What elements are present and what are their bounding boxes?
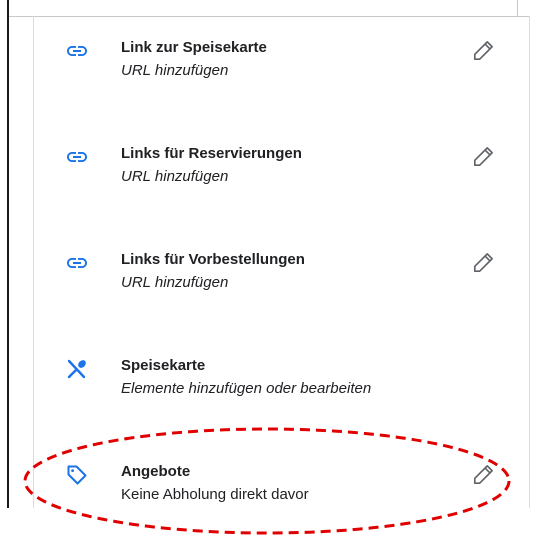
attributes-panel: Link zur Speisekarte URL hinzufügen Link… <box>33 16 530 508</box>
list-item-reservations-link[interactable]: Links für Reservierungen URL hinzufügen <box>34 132 529 192</box>
item-subtitle: Elemente hinzufügen oder bearbeiten <box>121 380 372 397</box>
previous-section-border <box>9 0 529 17</box>
edit-pencil-icon[interactable] <box>471 249 497 275</box>
list-item-offers[interactable]: Angebote Keine Abholung direkt davor <box>34 450 529 510</box>
item-subtitle: URL hinzufügen <box>121 168 229 185</box>
list-item-preorder-link[interactable]: Links für Vorbestellungen URL hinzufügen <box>34 238 529 298</box>
tag-icon <box>64 464 90 486</box>
list-item-menu-link[interactable]: Link zur Speisekarte URL hinzufügen <box>34 26 529 86</box>
item-title: Links für Reservierungen <box>121 145 302 162</box>
link-icon <box>64 146 90 168</box>
link-icon <box>64 40 90 62</box>
window-edge <box>7 0 9 508</box>
edit-pencil-icon[interactable] <box>471 37 497 63</box>
item-subtitle: Keine Abholung direkt davor <box>121 486 309 503</box>
item-subtitle: URL hinzufügen <box>121 62 229 79</box>
edit-pencil-icon[interactable] <box>471 461 497 487</box>
item-title: Link zur Speisekarte <box>121 39 267 56</box>
item-subtitle: URL hinzufügen <box>121 274 229 291</box>
edit-pencil-icon[interactable] <box>471 143 497 169</box>
list-item-menu[interactable]: Speisekarte Elemente hinzufügen oder bea… <box>34 344 529 404</box>
item-title: Speisekarte <box>121 357 206 374</box>
item-title: Angebote <box>121 463 191 480</box>
restaurant-icon <box>64 358 90 380</box>
item-title: Links für Vorbestellungen <box>121 251 305 268</box>
link-icon <box>64 252 90 274</box>
